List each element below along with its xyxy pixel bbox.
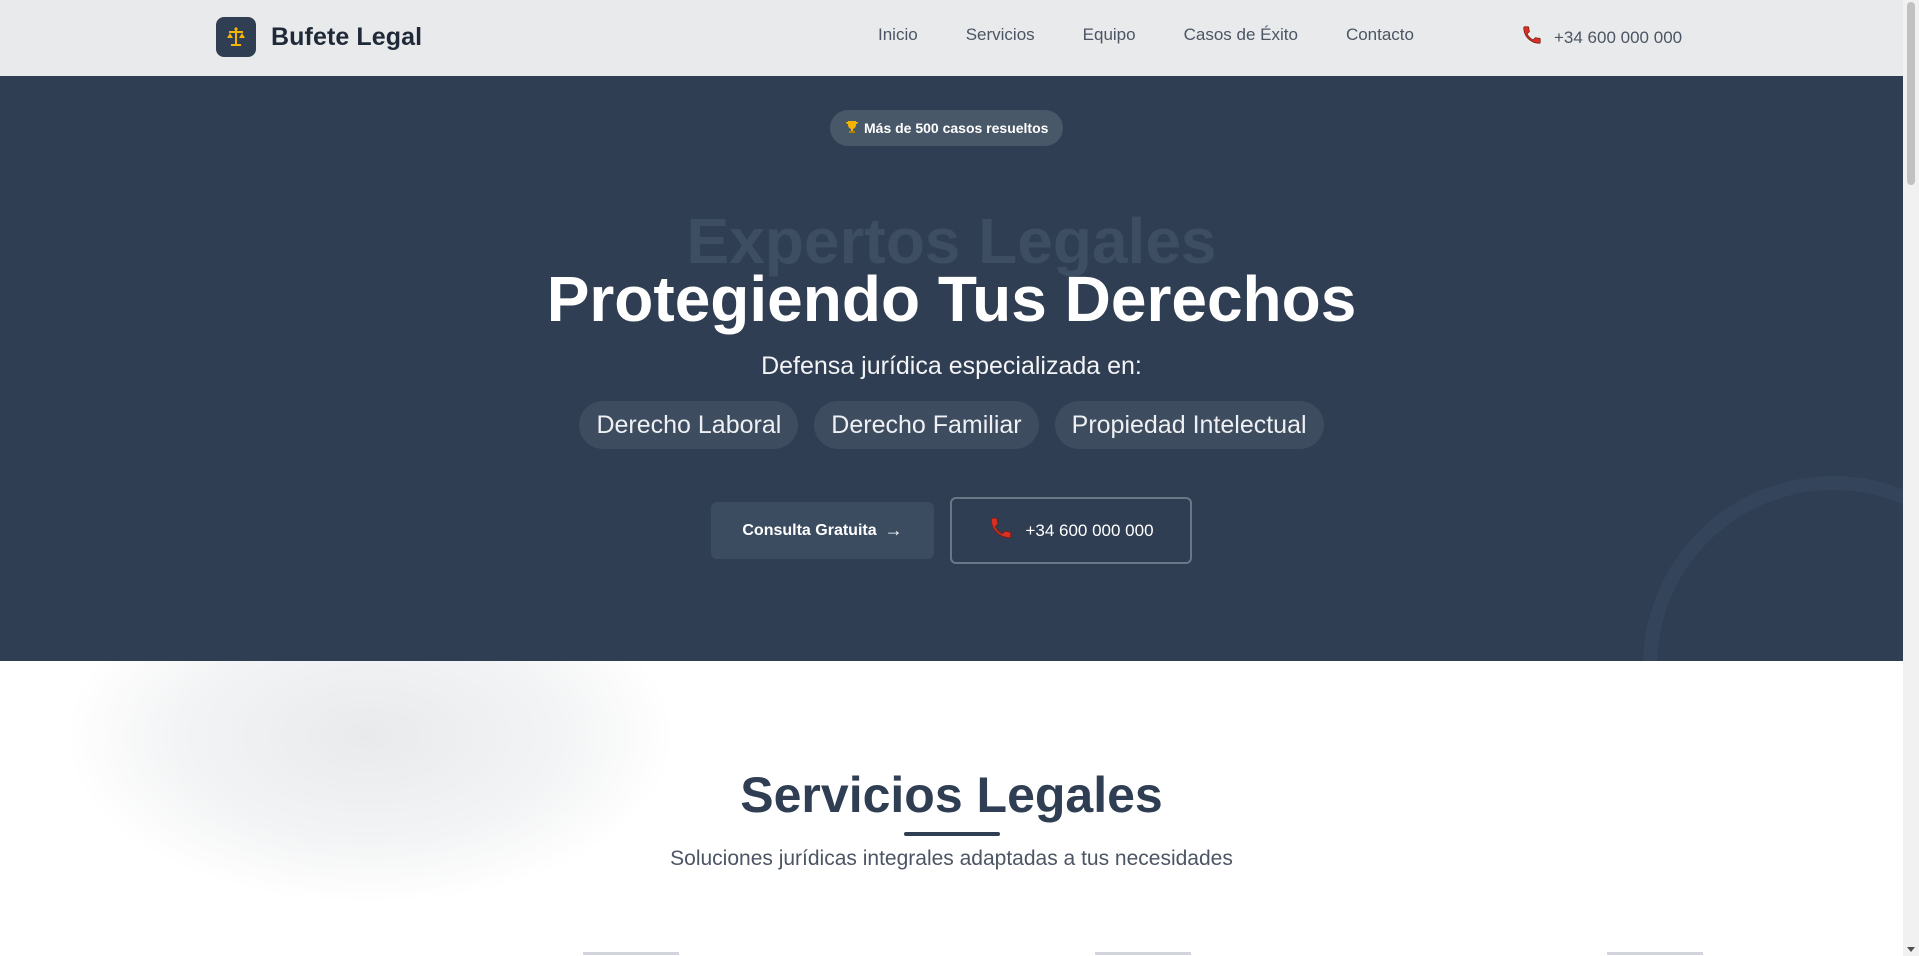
brand-name: Bufete Legal xyxy=(271,22,423,51)
services-section: Servicios Legales Soluciones jurídicas i… xyxy=(0,661,1903,956)
free-consultation-button[interactable]: Consulta Gratuita → xyxy=(711,502,934,559)
hero-section: Más de 500 casos resueltos Expertos Lega… xyxy=(0,76,1903,661)
call-button[interactable]: +34 600 000 000 xyxy=(950,497,1192,564)
title-underline xyxy=(904,832,1000,836)
services-subtitle: Soluciones jurídicas integrales adaptada… xyxy=(670,847,1233,870)
header-phone-link[interactable]: +34 600 000 000 xyxy=(1521,24,1682,51)
services-title: Servicios Legales xyxy=(740,767,1163,823)
scroll-down-arrow-icon[interactable] xyxy=(1907,947,1915,952)
service-card-top xyxy=(1607,952,1703,955)
telephone-icon xyxy=(1521,24,1543,51)
scrollbar-thumb[interactable] xyxy=(1907,2,1915,185)
page: Bufete Legal Inicio Servicios Equipo Cas… xyxy=(0,0,1903,956)
specialty-pills: Derecho Laboral Derecho Familiar Propied… xyxy=(0,401,1903,449)
cta-row: Consulta Gratuita → +34 600 000 000 xyxy=(0,497,1903,564)
main-nav: Inicio Servicios Equipo Casos de Éxito C… xyxy=(878,25,1462,45)
hero-subtitle: Defensa jurídica especializada en: xyxy=(761,352,1142,380)
telephone-icon xyxy=(988,515,1014,546)
arrow-right-icon: → xyxy=(884,520,903,540)
cases-badge: Más de 500 casos resueltos xyxy=(830,110,1064,146)
site-header: Bufete Legal Inicio Servicios Equipo Cas… xyxy=(0,0,1903,76)
nav-link-casos-de-exito[interactable]: Casos de Éxito xyxy=(1184,25,1298,45)
nav-link-inicio[interactable]: Inicio xyxy=(878,25,918,45)
page-scrollbar[interactable] xyxy=(1903,0,1919,956)
nav-link-contacto[interactable]: Contacto xyxy=(1346,25,1414,45)
service-card-top xyxy=(583,952,679,955)
trophy-icon xyxy=(845,120,859,137)
nav-link-servicios[interactable]: Servicios xyxy=(966,25,1035,45)
hero-title: Protegiendo Tus Derechos xyxy=(546,263,1357,335)
header-phone-number: +34 600 000 000 xyxy=(1554,27,1683,47)
nav-link-equipo[interactable]: Equipo xyxy=(1083,25,1136,45)
free-consultation-label: Consulta Gratuita xyxy=(742,521,877,539)
specialty-pill: Derecho Laboral xyxy=(579,401,799,449)
service-card-top xyxy=(1095,952,1191,955)
specialty-pill: Derecho Familiar xyxy=(814,401,1039,449)
scales-of-justice-icon xyxy=(216,17,256,57)
logo[interactable]: Bufete Legal xyxy=(216,17,422,57)
call-button-number: +34 600 000 000 xyxy=(1025,520,1154,540)
specialty-pill: Propiedad Intelectual xyxy=(1054,401,1324,449)
badge-text: Más de 500 casos resueltos xyxy=(864,120,1049,136)
